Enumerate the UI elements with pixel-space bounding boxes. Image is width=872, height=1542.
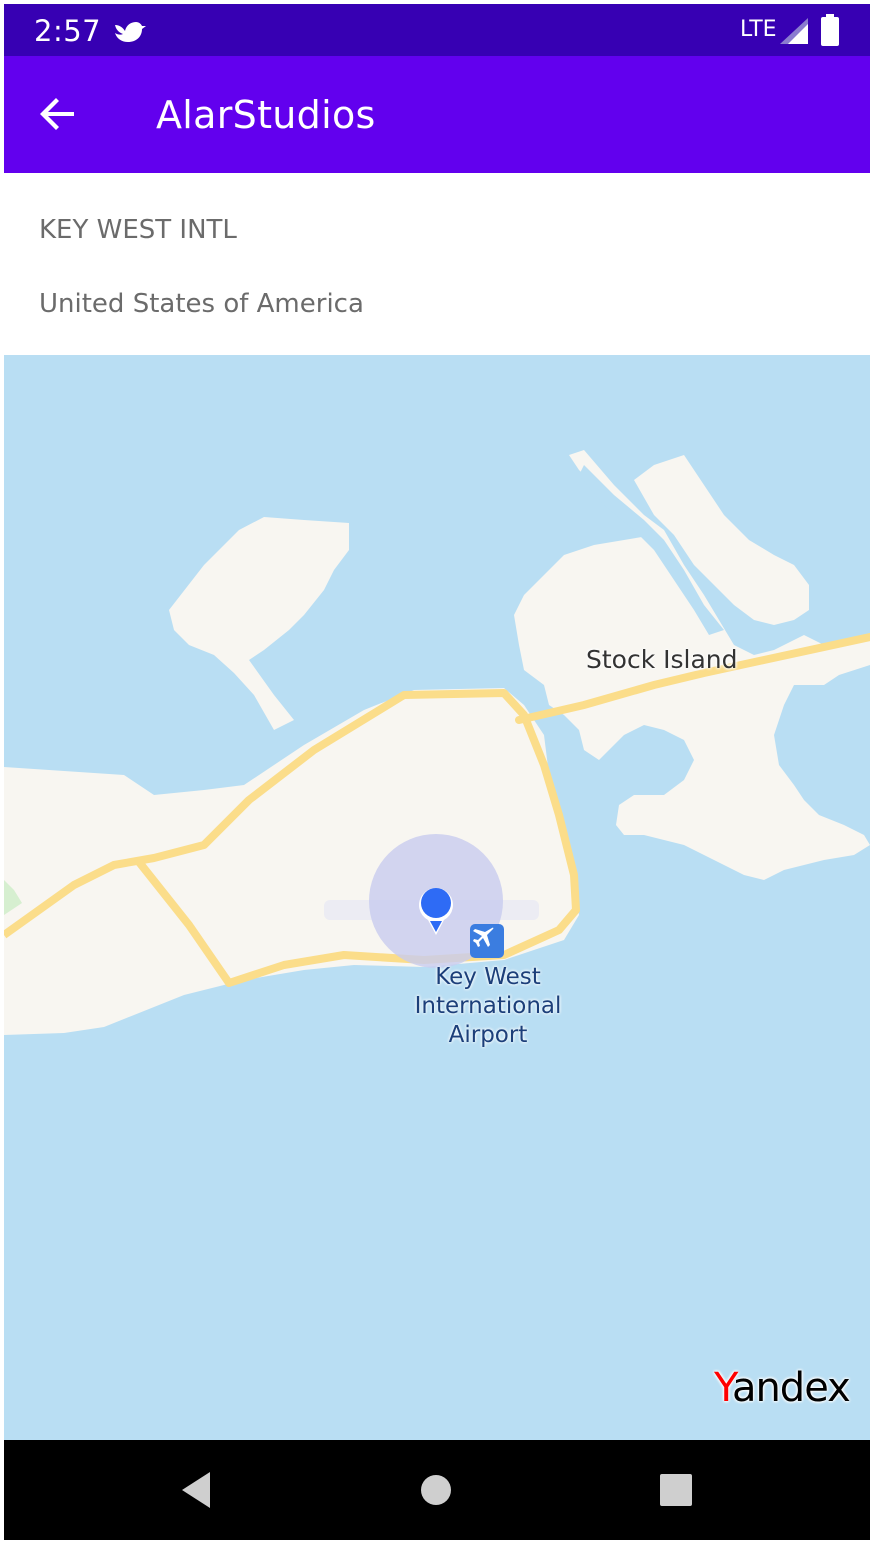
map-canvas xyxy=(4,450,870,1035)
nav-back-button[interactable] xyxy=(166,1464,226,1516)
bird-notification-icon xyxy=(115,22,146,42)
navigation-bar xyxy=(4,1440,870,1540)
airplane-icon xyxy=(473,927,494,947)
battery-icon xyxy=(821,14,839,46)
airport-info: KEY WEST INTL United States of America xyxy=(4,173,870,355)
nav-recents-button[interactable] xyxy=(646,1464,706,1516)
airport-label-line: Airport xyxy=(448,1022,528,1048)
nav-home-icon xyxy=(421,1475,451,1505)
airport-country: United States of America xyxy=(39,289,364,319)
back-button[interactable] xyxy=(26,82,90,146)
land-northwest xyxy=(169,517,349,730)
nav-back-icon xyxy=(182,1472,210,1508)
map-label-stock-island: Stock Island xyxy=(586,645,738,674)
signal-icon xyxy=(780,18,808,44)
status-bar: 2:57 LTE xyxy=(4,4,870,56)
nav-recents-icon xyxy=(660,1474,692,1506)
network-type: LTE xyxy=(740,17,777,42)
map-view[interactable]: Stock Island Key West International Airp… xyxy=(4,355,870,1440)
device-screen: 2:57 LTE AlarStudios KEY WEST INTL Unite… xyxy=(4,4,870,1540)
map-label-airport: Key West International Airport xyxy=(398,963,578,1050)
airport-icon[interactable] xyxy=(470,924,504,958)
nav-home-button[interactable] xyxy=(406,1464,466,1516)
airport-label-line: International xyxy=(414,993,562,1019)
arrow-back-icon xyxy=(40,98,74,130)
airport-name: KEY WEST INTL xyxy=(39,215,237,245)
app-bar: AlarStudios xyxy=(4,56,870,173)
airport-label-line: Key West xyxy=(435,964,541,990)
app-title: AlarStudios xyxy=(156,93,376,137)
yandex-logo[interactable]: Yandex xyxy=(714,1365,851,1411)
status-time: 2:57 xyxy=(34,14,102,48)
